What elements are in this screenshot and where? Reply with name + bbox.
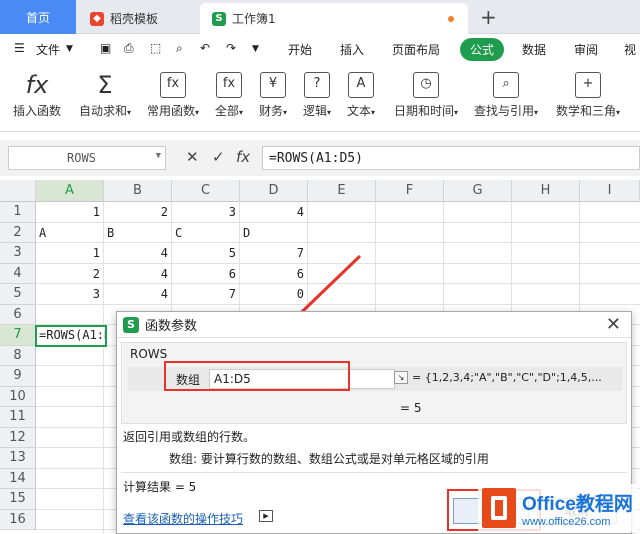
result-preview: = 5 [400,401,422,415]
help-link[interactable]: 查看该函数的操作技巧 [123,510,243,527]
parameter-help: 数组: 要计算行数的数组、数组公式或是对单元格区域的引用 [169,452,489,466]
array-preview: = {1,2,3,4;"A","B","C","D";1,4,5,... [412,371,602,384]
dialog-title: 函数参数 [145,319,198,334]
calculation-result: 计算结果 = 5 [123,480,197,494]
function-description: 返回引用或数组的行数。 [123,430,256,444]
office-logo-icon [482,488,516,528]
spreadsheet-icon: S [123,316,139,333]
highlight-array-field [164,361,350,391]
watermark: Office教程网 www.office26.com [478,484,638,532]
watermark-title: Office教程网 [522,493,633,515]
watermark-url: www.office26.com [522,515,611,528]
range-picker-icon[interactable]: ↘ [394,371,408,384]
close-icon[interactable]: ✕ [606,314,621,335]
function-name: ROWS [130,347,168,361]
video-icon[interactable]: ▶ [259,510,273,522]
divider [121,472,627,473]
dialog-title-bar: S 函数参数 [117,312,631,338]
